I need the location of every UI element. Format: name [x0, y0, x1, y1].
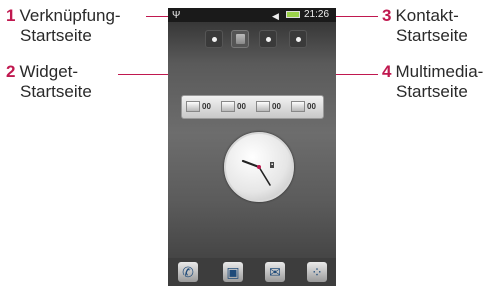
status-time: 21:26: [304, 9, 330, 20]
clock-hands: [241, 159, 271, 186]
callout-label: Verknüpfung-: [19, 6, 121, 25]
messages-count: 00: [237, 102, 246, 111]
callout-label-line2: Startseite: [20, 26, 92, 45]
analog-clock-widget[interactable]: ▪: [224, 132, 294, 202]
messages-widget[interactable]: 00: [221, 99, 246, 115]
callout-label: Multimedia-: [395, 62, 484, 81]
callout-label-line2: Startseite: [396, 82, 468, 101]
home-indicator-multimedia[interactable]: [289, 30, 307, 48]
missed-calls-count: 00: [202, 102, 211, 111]
voicemail-icon: [256, 101, 270, 113]
callout-number: 3: [382, 6, 392, 25]
phone-icon: ✆: [182, 264, 194, 280]
status-bar: Ψ ◀ 21:26: [168, 8, 336, 22]
battery-icon: [286, 11, 300, 18]
notification-widget-bar[interactable]: 00 00 00 00: [181, 95, 324, 119]
home-indicator-contact[interactable]: [259, 30, 277, 48]
menu-button[interactable]: ⁘: [307, 262, 327, 282]
phone-screen: Ψ ◀ 21:26 00 00 00 00 ▪ ✆ ▣ ✉ ⁘: [168, 8, 336, 286]
callout-widget-home: 2 Widget- Startseite: [6, 62, 92, 102]
voicemail-widget[interactable]: 00: [256, 99, 281, 115]
callout-contact-home: 3 Kontakt- Startseite: [382, 6, 468, 46]
email-widget[interactable]: 00: [291, 99, 316, 115]
voicemail-count: 00: [272, 102, 281, 111]
callout-number: 4: [382, 62, 392, 81]
messaging-button[interactable]: ✉: [265, 262, 285, 282]
volume-icon: ◀: [272, 11, 279, 21]
contacts-icon: ▣: [226, 264, 240, 280]
callout-multimedia-home: 4 Multimedia- Startseite: [382, 62, 483, 102]
missed-calls-widget[interactable]: 00: [186, 99, 211, 115]
clock-brand-badge: ▪: [270, 162, 275, 168]
contacts-button[interactable]: ▣: [223, 262, 243, 282]
callout-label: Kontakt-: [395, 6, 459, 25]
email-count: 00: [307, 102, 316, 111]
envelope-icon: [221, 101, 235, 113]
callout-number: 2: [6, 62, 16, 81]
callout-number: 1: [6, 6, 16, 25]
callout-label: Widget-: [19, 62, 79, 81]
menu-grid-icon: ⁘: [311, 264, 323, 280]
email-icon: [291, 101, 305, 113]
signal-icon: Ψ: [172, 10, 181, 21]
callout-label-line2: Startseite: [20, 82, 92, 101]
callout-shortcut-home: 1 Verknüpfung- Startseite: [6, 6, 121, 46]
phone-log-icon: [186, 101, 200, 113]
callout-label-line2: Startseite: [396, 26, 468, 45]
home-indicator-widget[interactable]: [231, 30, 249, 48]
dialer-button[interactable]: ✆: [178, 262, 198, 282]
home-indicator-shortcut[interactable]: [205, 30, 223, 48]
envelope-icon: ✉: [269, 264, 281, 280]
widget-home-icon: [236, 34, 245, 44]
bottom-dock: ✆ ▣ ✉ ⁘: [168, 258, 336, 286]
